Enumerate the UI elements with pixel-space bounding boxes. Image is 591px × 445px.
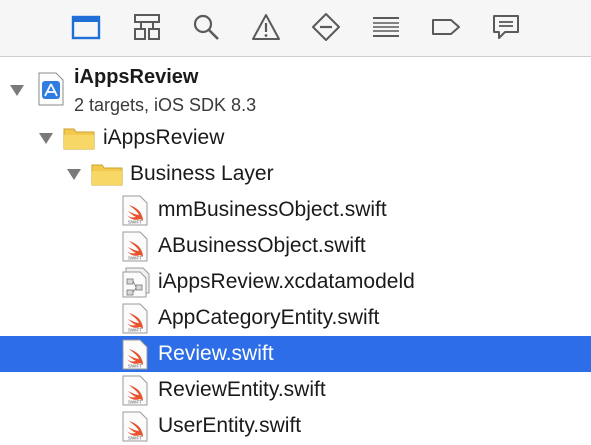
data-model-icon (122, 267, 150, 298)
navigator-toolbar (0, 0, 591, 57)
project-subtitle: 2 targets, iOS SDK 8.3 (74, 95, 257, 115)
breakpoint-navigator-button[interactable] (431, 12, 461, 42)
breakpoint-tag-icon (432, 19, 460, 35)
warning-icon (252, 14, 280, 40)
swift-file-icon: SWIFT (122, 375, 148, 406)
file-row[interactable]: iAppsReview.xcdatamodeld (0, 264, 591, 300)
svg-text:SWIFT: SWIFT (128, 256, 142, 261)
file-label: AppCategoryEntity.swift (158, 306, 380, 329)
project-navigator-tree: iAppsReview 2 targets, iOS SDK 8.3 iApps… (0, 57, 591, 445)
svg-text:SWIFT: SWIFT (128, 400, 142, 405)
list-lines-icon (373, 17, 399, 37)
hierarchy-icon (134, 14, 160, 40)
file-label: mmBusinessObject.swift (158, 198, 387, 221)
disclosure-triangle-open-icon[interactable] (38, 130, 54, 146)
xcode-project-icon (38, 72, 64, 106)
issue-navigator-button[interactable] (251, 12, 281, 42)
file-row[interactable]: SWIFT UserEntity.swift (0, 408, 591, 444)
file-row[interactable]: SWIFT ReviewEntity.swift (0, 372, 591, 408)
swift-file-icon: SWIFT (122, 195, 148, 226)
file-label: ReviewEntity.swift (158, 378, 326, 401)
report-navigator-button[interactable] (491, 12, 521, 42)
file-label: iAppsReview.xcdatamodeld (158, 270, 415, 293)
file-label: UserEntity.swift (158, 414, 302, 437)
swift-file-icon: SWIFT (122, 303, 148, 334)
find-navigator-button[interactable] (191, 12, 221, 42)
folder-icon (91, 164, 123, 186)
file-row[interactable]: SWIFT ABusinessObject.swift (0, 228, 591, 264)
folder-icon (63, 128, 95, 150)
file-row[interactable]: SWIFT mmBusinessObject.swift (0, 192, 591, 228)
symbol-navigator-button[interactable] (132, 12, 162, 42)
speech-bubble-icon (493, 15, 519, 39)
diamond-minus-icon (312, 13, 340, 41)
file-row-selected[interactable]: SWIFT Review.swift (0, 336, 591, 372)
swift-file-icon: SWIFT (122, 411, 148, 442)
file-label: ABusinessObject.swift (158, 234, 366, 257)
disclosure-triangle-open-icon[interactable] (66, 166, 82, 182)
disclosure-triangle-open-icon[interactable] (9, 82, 25, 98)
search-icon (193, 14, 219, 40)
group-row-iappsreview[interactable]: iAppsReview (0, 120, 591, 156)
project-name: iAppsReview (74, 66, 199, 88)
group-row-business-layer[interactable]: Business Layer (0, 156, 591, 192)
group-label: iAppsReview (103, 126, 225, 149)
file-label: Review.swift (158, 342, 274, 365)
svg-text:SWIFT: SWIFT (128, 328, 142, 333)
swift-file-icon: SWIFT (122, 339, 148, 370)
project-navigator-button[interactable] (71, 12, 101, 42)
svg-text:SWIFT: SWIFT (128, 436, 142, 441)
test-navigator-button[interactable] (311, 12, 341, 42)
svg-text:SWIFT: SWIFT (128, 364, 142, 369)
subgroup-label: Business Layer (130, 162, 274, 185)
file-row[interactable]: SWIFT AppCategoryEntity.swift (0, 300, 591, 336)
folder-icon (71, 15, 101, 40)
project-row[interactable]: iAppsReview 2 targets, iOS SDK 8.3 (0, 60, 591, 118)
svg-text:SWIFT: SWIFT (128, 220, 142, 225)
swift-file-icon: SWIFT (122, 231, 148, 262)
debug-navigator-button[interactable] (371, 12, 401, 42)
